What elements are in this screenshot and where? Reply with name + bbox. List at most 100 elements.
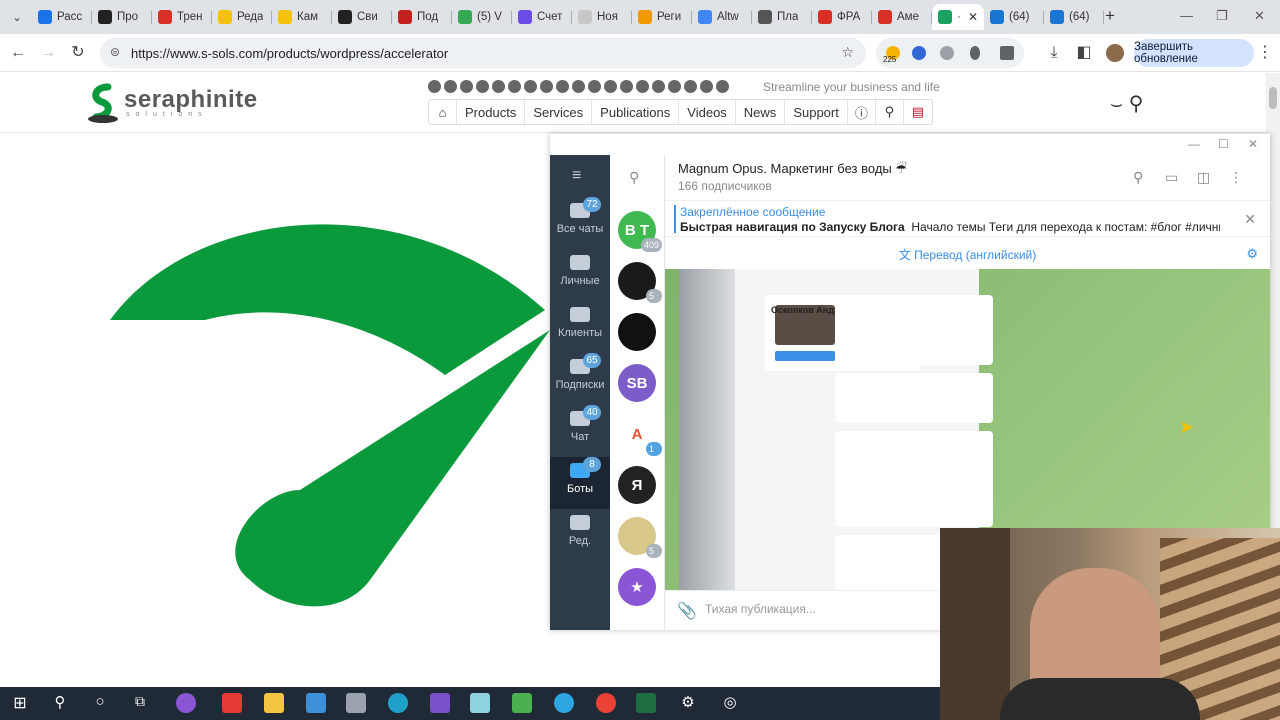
browser-tab[interactable]: Кам <box>272 4 332 30</box>
download-icon[interactable]: ⤓ <box>1044 43 1064 63</box>
social-link-icon[interactable] <box>428 80 441 93</box>
stream-icon[interactable]: ▭ <box>1165 169 1178 186</box>
message-input[interactable]: Тихая публикация... <box>705 602 816 616</box>
header-tools-icon[interactable]: ⌣ ⚲ <box>1110 91 1143 116</box>
chat-avatar[interactable]: ★ <box>618 568 656 606</box>
channel-title[interactable]: Magnum Opus. Маркетинг без воды ☔ <box>678 161 907 177</box>
chrome-icon[interactable] <box>596 693 616 713</box>
folder-item[interactable]: Ред. <box>550 509 610 561</box>
browser-tab[interactable]: (64) <box>984 4 1044 30</box>
language-flag-icon[interactable]: ▤ <box>904 100 932 124</box>
chat-avatar[interactable]: SB <box>618 364 656 402</box>
app-icon-3[interactable] <box>430 693 450 713</box>
drive-icon[interactable] <box>512 693 532 713</box>
telegram-taskbar-icon[interactable] <box>554 693 574 713</box>
menu-icon[interactable]: ≡ <box>572 167 581 185</box>
translate-label[interactable]: Перевод (английский) <box>914 248 1036 262</box>
edge-icon[interactable] <box>388 693 408 713</box>
sidebar-toggle-icon[interactable]: ◫ <box>1197 169 1210 186</box>
chat-avatar[interactable] <box>618 313 656 351</box>
social-link-icon[interactable] <box>476 80 489 93</box>
home-icon[interactable]: ⌂ <box>429 100 457 124</box>
translate-bar[interactable]: 文 Перевод (английский) ⚙ <box>665 237 1270 269</box>
restore-icon[interactable]: ❐ <box>1216 8 1228 24</box>
nav-products[interactable]: Products <box>457 100 526 124</box>
extensions-puzzle-icon[interactable] <box>1000 46 1014 60</box>
chat-avatar[interactable]: 5 <box>618 517 662 558</box>
pinned-message[interactable]: Закреплённое сообщение Быстрая навигация… <box>665 201 1270 237</box>
url-text[interactable]: https://www.s-sols.com/products/wordpres… <box>131 46 448 61</box>
reload-icon[interactable]: ↻ <box>68 43 88 63</box>
app-icon-4[interactable] <box>470 693 490 713</box>
nav-news[interactable]: News <box>736 100 786 124</box>
social-link-icon[interactable] <box>508 80 521 93</box>
site-info-icon[interactable]: ⊜ <box>110 45 120 59</box>
pinned-close-icon[interactable]: ✕ <box>1244 211 1256 228</box>
social-link-icon[interactable] <box>620 80 633 93</box>
social-link-icon[interactable] <box>556 80 569 93</box>
social-link-icon[interactable] <box>668 80 681 93</box>
social-link-icon[interactable] <box>588 80 601 93</box>
browser-menu-icon[interactable]: ⋮ <box>1255 43 1275 63</box>
folder-item[interactable]: Все чаты 72 <box>550 197 610 249</box>
extension-globe-icon[interactable] <box>912 46 926 60</box>
app-icon-2[interactable] <box>346 693 366 713</box>
browser-tab[interactable]: ФРА <box>812 4 872 30</box>
channel-header[interactable]: Magnum Opus. Маркетинг без воды ☔ 166 по… <box>665 155 1270 201</box>
browser-tab[interactable]: Счет <box>512 4 572 30</box>
settings-icon[interactable]: ⚙ <box>678 693 698 713</box>
social-link-icon[interactable] <box>492 80 505 93</box>
social-link-icon[interactable] <box>604 80 617 93</box>
browser-tab[interactable]: Под <box>392 4 452 30</box>
file-explorer-icon[interactable] <box>264 693 284 713</box>
browser-tab[interactable]: Про <box>92 4 152 30</box>
search-icon[interactable]: ⚲ <box>876 100 904 124</box>
address-bar[interactable]: ⊜ https://www.s-sols.com/products/wordpr… <box>100 38 866 68</box>
translate-settings-icon[interactable]: ⚙ <box>1246 246 1258 262</box>
info-icon[interactable]: ⓘ <box>848 100 876 124</box>
browser-tab[interactable]: Пла <box>752 4 812 30</box>
social-link-icon[interactable] <box>700 80 713 93</box>
browser-tab[interactable]: Реда <box>212 4 272 30</box>
mail-icon[interactable] <box>306 693 326 713</box>
bookmark-star-icon[interactable]: ☆ <box>841 44 854 61</box>
more-icon[interactable]: ⋮ <box>1229 169 1243 186</box>
close-window-icon[interactable]: ✕ <box>1254 8 1265 24</box>
folder-item[interactable]: Боты 8 <box>550 457 610 509</box>
new-tab-button[interactable]: + <box>1100 6 1120 26</box>
chat-avatar[interactable]: B T 409 <box>618 211 662 252</box>
post-screenshot-image[interactable]: Осколков Андрей <box>679 269 993 590</box>
tab-close-icon[interactable]: ✕ <box>968 10 978 24</box>
folder-item[interactable]: Личные <box>550 249 610 301</box>
folder-item[interactable]: Чат 40 <box>550 405 610 457</box>
social-link-icon[interactable] <box>524 80 537 93</box>
start-icon[interactable]: ⊞ <box>10 693 30 713</box>
minimize-icon[interactable]: — <box>1180 8 1193 23</box>
social-link-icon[interactable] <box>684 80 697 93</box>
tg-maximize-icon[interactable]: ☐ <box>1218 137 1229 151</box>
chat-avatar[interactable]: A1 <box>618 415 662 456</box>
cortana-icon[interactable]: ○ <box>90 693 110 713</box>
social-link-icon[interactable] <box>572 80 585 93</box>
back-icon[interactable]: ← <box>8 43 28 63</box>
social-link-icon[interactable] <box>652 80 665 93</box>
taskbar-search-icon[interactable]: ⚲ <box>50 693 70 713</box>
social-link-icon[interactable] <box>540 80 553 93</box>
search-icon[interactable]: ⚲ <box>1133 169 1143 186</box>
browser-tab[interactable]: Аме <box>872 4 932 30</box>
folder-item[interactable]: Клиенты <box>550 301 610 353</box>
excel-icon[interactable] <box>636 693 656 713</box>
tg-minimize-icon[interactable]: — <box>1188 137 1200 151</box>
profile-avatar[interactable] <box>1106 44 1124 62</box>
app-icon-1[interactable] <box>176 693 196 713</box>
chat-avatar[interactable]: 5 <box>618 262 662 303</box>
browser-tab[interactable]: Трен <box>152 4 212 30</box>
scroll-thumb[interactable] <box>1269 87 1277 109</box>
chat-search-icon[interactable]: ⚲ <box>629 169 639 186</box>
logo-icon[interactable] <box>86 83 120 123</box>
update-button[interactable]: Завершить обновление <box>1134 39 1254 67</box>
social-link-icon[interactable] <box>444 80 457 93</box>
browser-tab[interactable]: Расс <box>32 4 92 30</box>
social-link-icon[interactable] <box>636 80 649 93</box>
tab-search-icon[interactable]: ⌄ <box>6 6 28 28</box>
